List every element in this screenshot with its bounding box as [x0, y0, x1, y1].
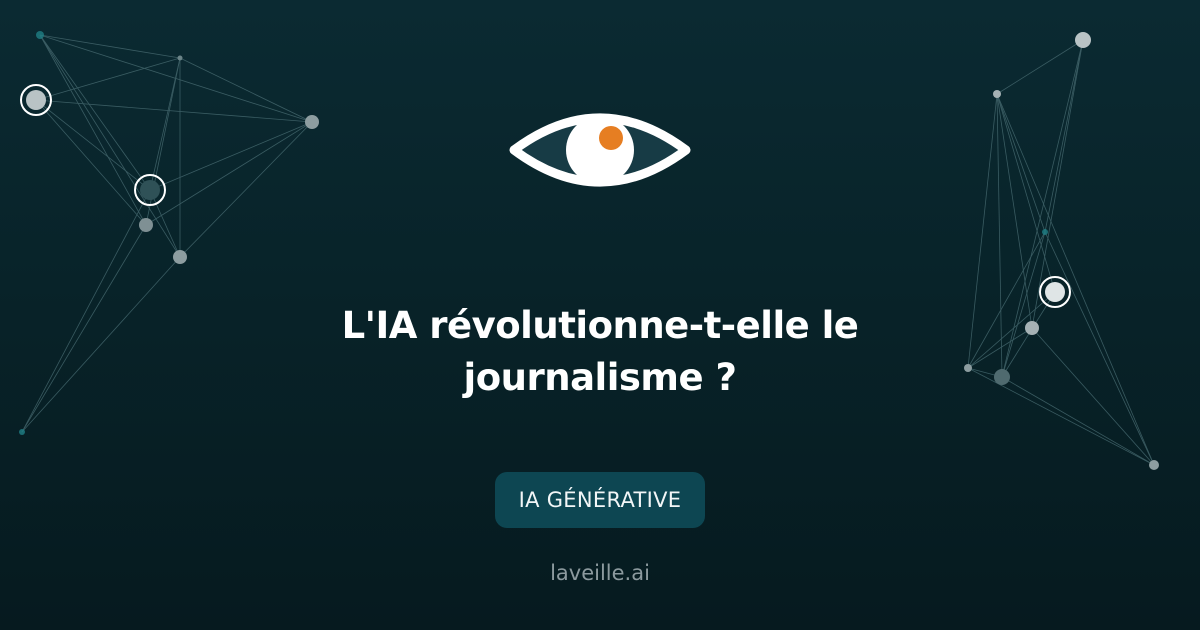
eye-pupil: [599, 126, 623, 150]
eye-icon: [509, 113, 691, 187]
network-nodes-right: [964, 32, 1159, 470]
article-title-line-1: L'IA révolutionne-t-elle le: [341, 304, 859, 347]
eye-iris: [566, 116, 634, 184]
tag-container: IA GÉNÉRATIVE: [0, 472, 1200, 528]
article-title-line-2: journalisme ?: [463, 356, 737, 399]
article-title: L'IA révolutionne-t-elle le journalisme …: [200, 300, 1000, 404]
category-tag-button[interactable]: IA GÉNÉRATIVE: [494, 472, 706, 528]
site-name: laveille.ai: [550, 561, 650, 585]
